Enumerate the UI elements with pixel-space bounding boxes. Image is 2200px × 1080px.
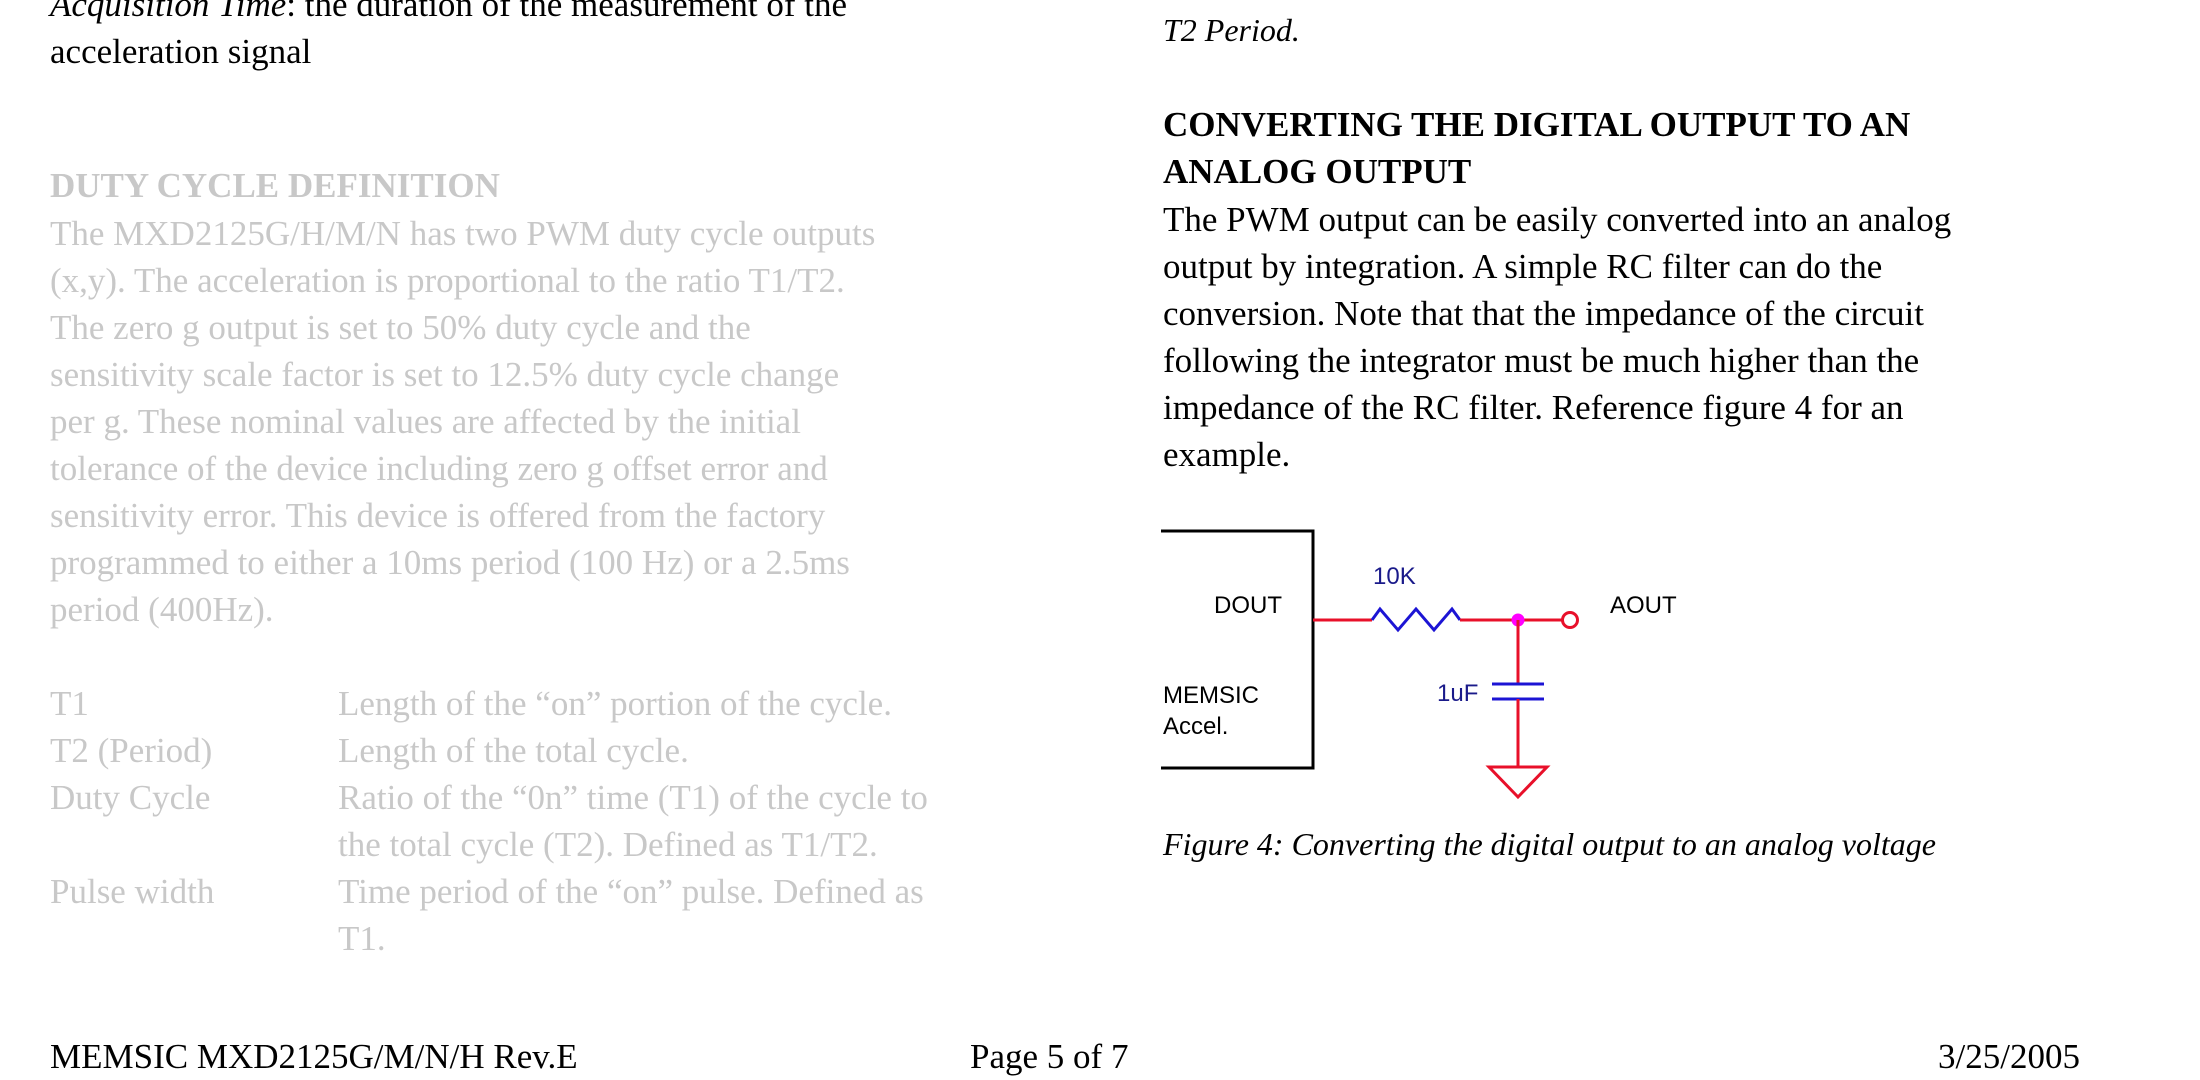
paragraph-line: example. [1163,435,1291,474]
definition-desc-line: Time period of the “on” pulse. Defined a… [338,872,924,911]
acquisition-time-definition: Acquisition Time: the duration of the me… [50,0,1060,75]
footer-page-number: Page 5 of 7 [970,1037,1129,1076]
definition-desc-line: Length of the total cycle. [338,731,689,770]
heading-line: ANALOG OUTPUT [1163,152,1472,191]
paragraph-line: The PWM output can be easily converted i… [1163,200,1952,239]
definition-term: Duty Cycle [50,778,211,817]
paragraph-line: per g. These nominal values are affected… [50,402,801,441]
rc-filter-schematic: DOUT MEMSIC Accel. 10K 1uF AOUT [1161,529,1677,800]
definition-table: T1 Length of the “on” portion of the cyc… [50,680,1060,962]
duty-cycle-paragraph: The MXD2125G/H/M/N has two PWM duty cycl… [50,210,1060,633]
definition-row-pulse-width: Pulse width Time period of the “on” puls… [50,868,1060,962]
definition-row-t2: T2 (Period) Length of the total cycle. [50,727,1060,774]
definition-row-t1: T1 Length of the “on” portion of the cyc… [50,680,1060,727]
definition-term: T2 (Period) [50,731,213,770]
aout-terminal-icon [1561,611,1579,629]
capacitor-value-label: 1uF [1437,680,1478,707]
paragraph-line: tolerance of the device including zero g… [50,449,828,488]
definition-desc: Ratio of the “0n” time (T1) of the cycle… [338,774,1060,868]
heading-line: CONVERTING THE DIGITAL OUTPUT TO AN [1163,105,1911,144]
device-label-line-1: MEMSIC [1163,682,1259,709]
acquisition-time-term: Acquisition Time [50,0,287,24]
aout-label: AOUT [1610,592,1677,619]
definition-desc: Time period of the “on” pulse. Defined a… [338,868,1060,962]
definition-desc-line: Ratio of the “0n” time (T1) of the cycle… [338,778,928,817]
converting-paragraph: The PWM output can be easily converted i… [1163,196,2123,478]
paragraph-line: The zero g output is set to 50% duty cyc… [50,308,751,347]
acquisition-time-line-1: Acquisition Time: the duration of the me… [50,0,1060,28]
definition-desc-line: T1. [338,919,386,958]
paragraph-line: conversion. Note that that the impedance… [1163,294,1924,333]
definition-term: Pulse width [50,872,215,911]
definition-desc: Length of the total cycle. [338,727,1060,774]
paragraph-line: impedance of the RC filter. Reference fi… [1163,388,1904,427]
duty-cycle-heading: DUTY CYCLE DEFINITION [50,166,500,205]
definition-term: T1 [50,684,89,723]
device-label-line-2: Accel. [1163,713,1228,740]
paragraph-line: (x,y). The acceleration is proportional … [50,261,845,300]
paragraph-line: sensitivity scale factor is set to 12.5%… [50,355,840,394]
definition-desc: Length of the “on” portion of the cycle. [338,680,1060,727]
definition-desc-line: Length of the “on” portion of the cycle. [338,684,892,723]
paragraph-line: The MXD2125G/H/M/N has two PWM duty cycl… [50,214,876,253]
footer-date: 3/25/2005 [1938,1037,2080,1076]
paragraph-line: period (400Hz). [50,590,274,629]
paragraph-line: programmed to either a 10ms period (100 … [50,543,850,582]
footer-document-id: MEMSIC MXD2125G/M/N/H Rev.E [50,1037,578,1076]
converting-heading: CONVERTING THE DIGITAL OUTPUT TO AN ANAL… [1163,101,2123,195]
definition-desc-line: the total cycle (T2). Defined as T1/T2. [338,825,878,864]
ground-icon [1485,765,1551,800]
paragraph-line: sensitivity error. This device is offere… [50,496,826,535]
t2-period-fragment: T2 Period. [1163,12,1300,48]
resistor-value-label: 10K [1373,563,1416,590]
figure-caption: Figure 4: Converting the digital output … [1163,826,1936,862]
definition-row-duty-cycle: Duty Cycle Ratio of the “0n” time (T1) o… [50,774,1060,868]
paragraph-line: following the integrator must be much hi… [1163,341,1920,380]
dout-label: DOUT [1214,592,1282,619]
resistor-symbol [1370,606,1462,633]
acquisition-time-text: : the duration of the measurement of the [286,0,848,24]
acquisition-time-line-2: acceleration signal [50,32,312,71]
paragraph-line: output by integration. A simple RC filte… [1163,247,1883,286]
